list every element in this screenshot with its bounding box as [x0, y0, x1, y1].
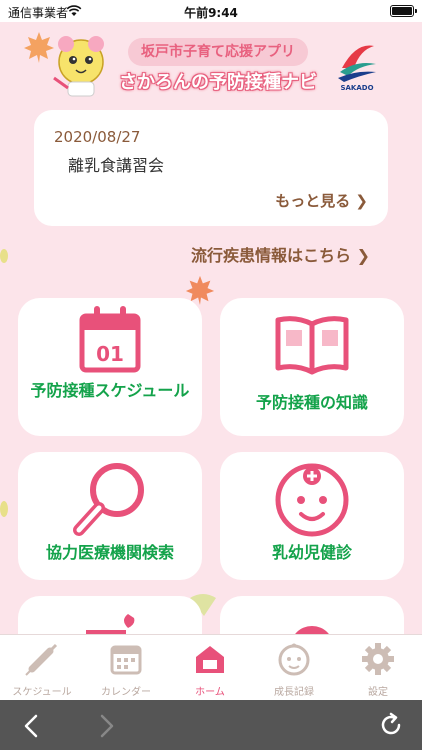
- tab-calendar[interactable]: カレンダー: [84, 635, 168, 701]
- leaf-icon: [0, 501, 8, 517]
- calendar-day: 01: [96, 342, 124, 366]
- book-icon: [275, 316, 349, 375]
- tile-label: 予防接種の知識: [255, 393, 368, 412]
- forward-arrow-icon[interactable]: [96, 714, 116, 738]
- tab-label: 設定: [368, 687, 388, 698]
- gear-icon: [362, 643, 394, 675]
- news-date: 2020/08/27: [54, 128, 141, 146]
- browser-toolbar: [0, 700, 422, 750]
- tab-schedule[interactable]: スケジュール: [0, 635, 84, 701]
- baby-doctor-icon: [275, 463, 349, 537]
- leaf-icon: [0, 249, 8, 263]
- app-title: さかろんの予防接種ナビ: [119, 72, 317, 93]
- vaccination-knowledge-tile[interactable]: 予防接種の知識: [220, 298, 404, 436]
- vaccination-schedule-tile[interactable]: 01 予防接種スケジュール: [18, 298, 202, 436]
- tile-label: 予防接種スケジュール: [30, 381, 190, 400]
- clinic-search-tile[interactable]: 協力医療機関検索: [18, 452, 202, 580]
- news-card[interactable]: 2020/08/27 離乳食講習会 もっと見る ❯: [34, 110, 388, 226]
- status-time: 午前9:44: [184, 6, 238, 20]
- tab-bar: スケジュール カレンダー ホーム 成長記録 設定: [0, 634, 422, 700]
- magnifier-icon: [73, 463, 144, 536]
- tab-label: ホーム: [195, 687, 225, 698]
- disease-info-link[interactable]: 流行疾患情報はこちら ❯: [191, 242, 370, 266]
- tile-label: 協力医療機関検索: [45, 543, 174, 562]
- news-title[interactable]: 離乳食講習会: [68, 152, 164, 176]
- calendar-icon: [110, 645, 142, 675]
- more-link[interactable]: もっと見る ❯: [275, 190, 368, 211]
- app-subtitle: 坂戸市子育て応援アプリ: [128, 38, 308, 66]
- status-bar: 通信事業者 午前9:44: [0, 0, 422, 22]
- back-arrow-icon[interactable]: [22, 714, 42, 738]
- infant-checkup-tile[interactable]: 乳幼児健診: [220, 452, 404, 580]
- tab-label: スケジュール: [12, 687, 72, 698]
- battery-icon: [390, 5, 417, 17]
- tab-label: カレンダー: [101, 687, 151, 698]
- tab-settings[interactable]: 設定: [336, 635, 420, 701]
- tab-growth-record[interactable]: 成長記録: [252, 635, 336, 701]
- tab-home[interactable]: ホーム: [168, 635, 252, 701]
- reload-icon[interactable]: [378, 712, 404, 738]
- syringe-icon: [25, 643, 58, 676]
- city-logo-label: SAKADO: [340, 84, 374, 92]
- app-header: 坂戸市子育て応援アプリ さかろんの予防接種ナビ SAKADO: [0, 22, 422, 112]
- baby-face-icon: [278, 643, 310, 676]
- tile-label: 乳幼児健診: [271, 543, 352, 562]
- tab-label: 成長記録: [274, 687, 314, 698]
- home-icon: [196, 646, 224, 673]
- city-logo-icon: [338, 45, 376, 82]
